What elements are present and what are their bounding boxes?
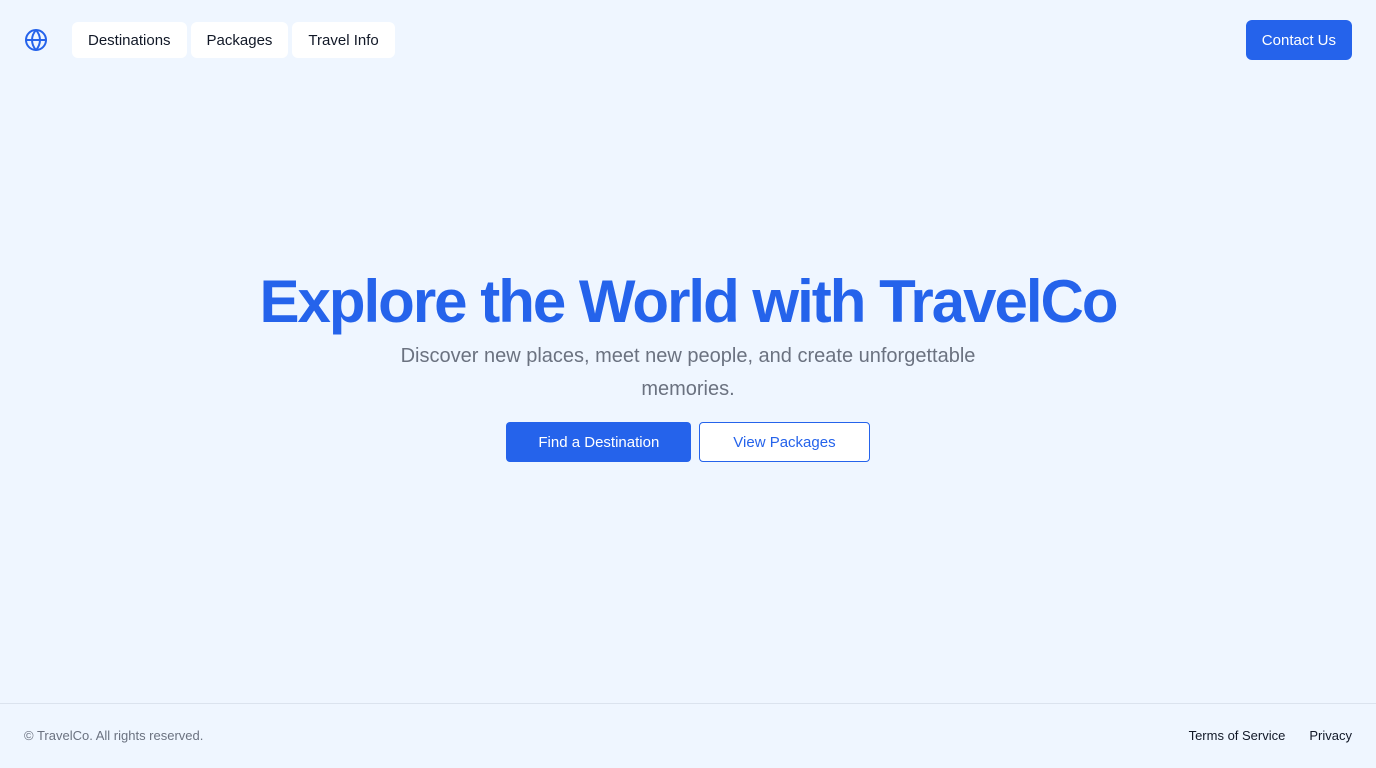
privacy-link[interactable]: Privacy [1309,728,1352,743]
site-footer: © TravelCo. All rights reserved. Terms o… [0,703,1376,768]
hero-actions: Find a Destination View Packages [0,422,1376,462]
globe-icon[interactable] [24,28,48,52]
copyright-text: © TravelCo. All rights reserved. [24,728,204,743]
view-packages-button[interactable]: View Packages [699,422,870,462]
find-destination-button[interactable]: Find a Destination [506,422,692,462]
site-header: Destinations Packages Travel Info Contac… [0,0,1376,80]
hero-section: Explore the World with TravelCo Discover… [0,266,1376,462]
nav-item-travel-info[interactable]: Travel Info [292,22,395,58]
main-nav: Destinations Packages Travel Info [72,22,395,58]
nav-item-packages[interactable]: Packages [190,22,289,58]
hero-title: Explore the World with TravelCo [259,268,1118,335]
terms-of-service-link[interactable]: Terms of Service [1189,728,1286,743]
contact-us-button[interactable]: Contact Us [1245,20,1352,60]
footer-links: Terms of Service Privacy [1189,728,1352,743]
hero-subtitle: Discover new places, meet new people, an… [400,345,976,400]
nav-item-destinations[interactable]: Destinations [72,22,187,58]
